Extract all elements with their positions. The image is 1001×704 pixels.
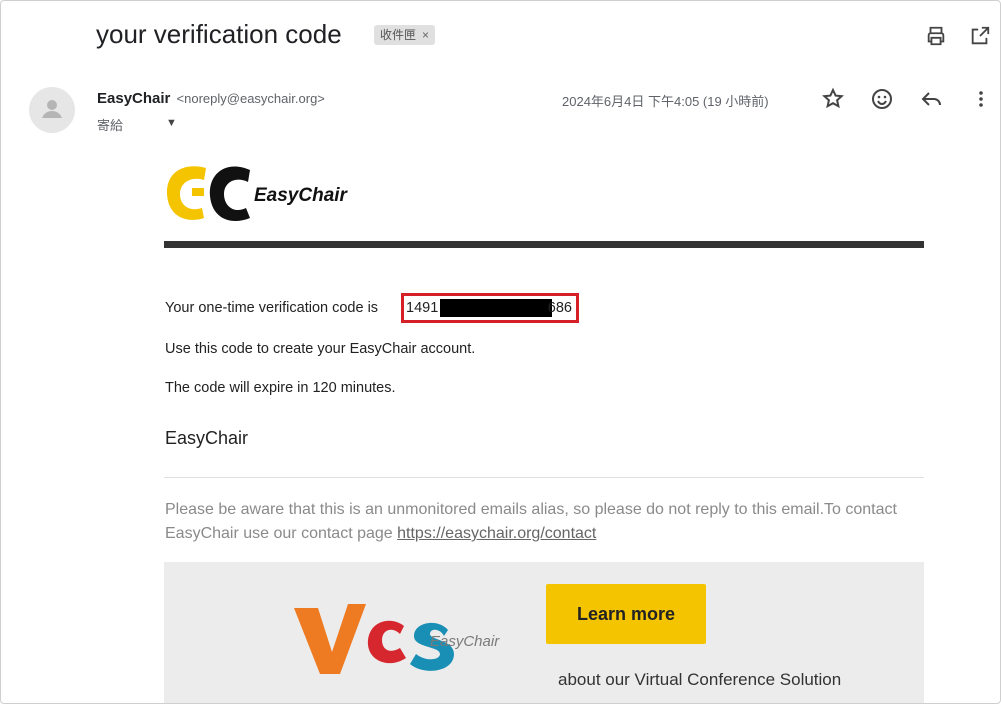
easychair-logo: EasyChair [164,158,364,228]
footer-divider [164,477,924,478]
logo-text: EasyChair [254,185,347,206]
sender-name: EasyChair [97,90,171,107]
label-text: 收件匣 [380,28,417,42]
print-icon[interactable] [925,25,947,47]
promo-caption: about our Virtual Conference Solution [558,670,842,689]
code-start: 1491 [406,300,439,316]
learn-more-button[interactable]: Learn more [546,584,706,644]
avatar [29,87,75,133]
expiry-text: The code will expire in 120 minutes. [165,380,396,396]
email-date: 2024年6月4日 下午4:05 (19 小時前) [562,94,769,109]
sender-email: <noreply@easychair.org> [176,91,325,106]
avatar-icon [42,100,62,118]
vcs-logo-icon: EasyChair [294,604,500,674]
code-end: 686 [547,300,572,316]
code-intro: Your one-time verification code is [165,300,379,316]
chevron-down-icon[interactable]: ▼ [166,117,177,129]
sender: EasyChair <noreply@easychair.org> [97,90,325,107]
instruction-text: Use this code to create your EasyChair a… [165,341,476,357]
more-icon[interactable] [969,87,993,111]
reply-icon[interactable] [920,87,944,111]
contact-link[interactable]: https://easychair.org/contact [397,525,596,542]
recipient-label: 寄給 [97,118,124,133]
star-icon[interactable] [821,87,845,111]
vcs-logo: EasyChair [284,590,524,680]
ec-logo-icon [166,166,250,222]
notice: Please be aware that this is an unmonito… [165,498,905,546]
email-subject: your verification code [96,19,342,49]
emoji-icon[interactable] [870,87,894,111]
code-redaction [440,299,552,317]
open-new-window-icon[interactable] [969,25,991,47]
signoff: EasyChair [165,428,249,448]
inbox-label-chip[interactable]: 收件匣 × [374,25,436,45]
email-view: your verification code 收件匣 × EasyChair <n… [0,0,1001,704]
remove-label-button[interactable]: × [422,28,429,42]
header-divider [164,241,924,248]
promo-banner: EasyChair Learn more about our Virtual C… [164,562,924,703]
verification-code-highlight: 1491 686 [401,293,579,323]
vcs-logo-text: EasyChair [430,633,500,650]
